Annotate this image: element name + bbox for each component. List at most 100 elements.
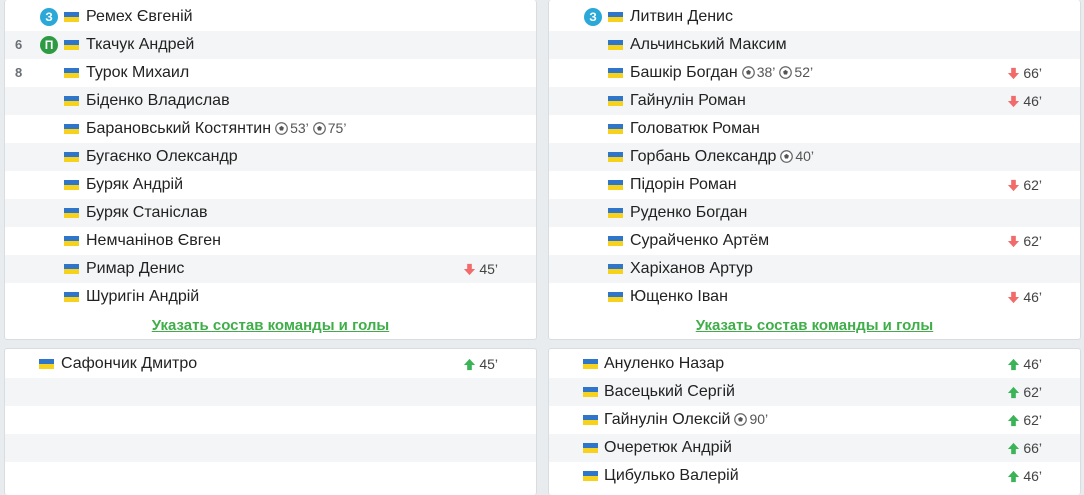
player-name[interactable]: Барановський Костянтин 53’ 75’ <box>86 120 346 138</box>
player-name-text[interactable]: Башкір Богдан <box>630 64 738 81</box>
player-name[interactable]: Турок Михаил <box>86 64 189 82</box>
player-name[interactable]: Литвин Денис <box>630 8 733 26</box>
player-name-text[interactable]: Ткачук Андрей <box>86 36 194 53</box>
player-name[interactable]: Немчанінов Євген <box>86 232 221 250</box>
player-name[interactable]: Ануленко Назар <box>604 355 724 373</box>
player-row: Буряк Станіслав <box>5 199 536 227</box>
player-name-text[interactable]: Гайнулін Олексій <box>604 411 730 428</box>
player-name-text[interactable]: Сафончик Дмитро <box>61 355 197 372</box>
player-name-text[interactable]: Ремех Євгеній <box>86 8 193 25</box>
player-name[interactable]: Підорін Роман <box>630 176 737 194</box>
home-edit-lineup-link[interactable]: Указать состав команды и голы <box>5 317 536 334</box>
sub-in-arrow-icon <box>1008 442 1020 455</box>
player-name-text[interactable]: Харіханов Артур <box>630 260 753 277</box>
player-name-text[interactable]: Гайнулін Роман <box>630 92 746 109</box>
player-name[interactable]: Сурайченко Артём <box>630 232 769 250</box>
player-name[interactable]: Сафончик Дмитро <box>61 355 197 373</box>
ukraine-flag-icon <box>608 208 623 218</box>
player-row: Біденко Владислав <box>5 87 536 115</box>
ukraine-flag-icon <box>608 96 623 106</box>
player-name-text[interactable]: Немчанінов Євген <box>86 232 221 249</box>
ukraine-flag-icon <box>583 387 598 397</box>
player-name-text[interactable]: Шуригін Андрій <box>86 288 199 305</box>
ukraine-flag-icon <box>608 152 623 162</box>
goal-event: 90’ <box>734 411 768 427</box>
player-row: Головатюк Роман <box>549 115 1080 143</box>
ukraine-flag-icon <box>64 40 79 50</box>
player-name[interactable]: Альчинський Максим <box>630 36 787 54</box>
sub-minute: 62’ <box>1023 412 1042 428</box>
goal-minute: 53’ <box>290 120 309 136</box>
player-name[interactable]: Гайнулін Роман <box>630 92 746 110</box>
sub-minute: 46’ <box>1023 468 1042 484</box>
player-name-text[interactable]: Горбань Олександр <box>630 148 776 165</box>
player-name-text[interactable]: Бугаєнко Олександр <box>86 148 238 165</box>
player-name-text[interactable]: Підорін Роман <box>630 176 737 193</box>
player-row: Підорін Роман 62’ <box>549 171 1080 199</box>
player-name[interactable]: Ремех Євгеній <box>86 8 193 26</box>
player-name[interactable]: Буряк Андрій <box>86 176 183 194</box>
sub-minute: 66’ <box>1023 65 1042 81</box>
empty-row <box>5 434 536 462</box>
player-name-text[interactable]: Сурайченко Артём <box>630 232 769 249</box>
home-lineup-list: З Ремех Євгеній 6 П Ткачук Андрей 8 Турок Миха… <box>5 3 536 311</box>
player-name[interactable]: Очеретюк Андрій <box>604 439 732 457</box>
player-name-text[interactable]: Буряк Андрій <box>86 176 183 193</box>
player-name[interactable]: Башкір Богдан 38’ 52’ <box>630 64 813 82</box>
player-row: Ануленко Назар 46’ <box>549 350 1080 378</box>
player-name[interactable]: Біденко Владислав <box>86 92 230 110</box>
player-name[interactable]: Васецький Сергій <box>604 383 735 401</box>
goal-ball-icon <box>312 122 326 135</box>
player-name-text[interactable]: Турок Михаил <box>86 64 189 81</box>
away-lineup-list: З Литвин Денис Альчинський Максим Башкір Бо… <box>549 3 1080 311</box>
goal-event: 52’ <box>779 64 813 80</box>
player-name[interactable]: Харіханов Артур <box>630 260 753 278</box>
empty-row <box>5 378 536 406</box>
home-lineup-panel: З Ремех Євгеній 6 П Ткачук Андрей 8 Турок Миха… <box>4 0 537 340</box>
player-name-text[interactable]: Римар Денис <box>86 260 184 277</box>
player-name[interactable]: Шуригін Андрій <box>86 288 199 306</box>
empty-row <box>5 462 536 490</box>
player-name[interactable]: Руденко Богдан <box>630 204 747 222</box>
sub-in-event: 46’ <box>1007 468 1042 484</box>
player-name-text[interactable]: Головатюк Роман <box>630 120 760 137</box>
ukraine-flag-icon <box>64 292 79 302</box>
away-substitutes-list: Ануленко Назар 46’ Васецький Сергій 62’ Гайн… <box>549 350 1080 490</box>
player-name[interactable]: Головатюк Роман <box>630 120 760 138</box>
player-name-text[interactable]: Цибулько Валерій <box>604 467 739 484</box>
player-name-text[interactable]: Очеретюк Андрій <box>604 439 732 456</box>
goal-event: 75’ <box>312 120 346 136</box>
player-name-text[interactable]: Біденко Владислав <box>86 92 230 109</box>
player-name-text[interactable]: Васецький Сергій <box>604 383 735 400</box>
player-name-text[interactable]: Барановський Костянтин <box>86 120 271 137</box>
player-name-text[interactable]: Альчинський Максим <box>630 36 787 53</box>
player-row: Барановський Костянтин 53’ 75’ <box>5 115 536 143</box>
player-name[interactable]: Ющенко Іван <box>630 288 728 306</box>
sub-in-event: 62’ <box>1007 412 1042 428</box>
player-name[interactable]: Цибулько Валерій <box>604 467 739 485</box>
ukraine-flag-icon <box>583 443 598 453</box>
player-name[interactable]: Римар Денис <box>86 260 184 278</box>
captain-badge: П <box>40 36 58 54</box>
player-name-text[interactable]: Ануленко Назар <box>604 355 724 372</box>
player-name[interactable]: Бугаєнко Олександр <box>86 148 238 166</box>
sub-in-arrow-icon <box>1008 358 1020 371</box>
player-name-text[interactable]: Буряк Станіслав <box>86 204 208 221</box>
sub-out-event: 46’ <box>1007 289 1042 305</box>
sub-out-arrow-icon <box>1008 291 1020 304</box>
player-name[interactable]: Гайнулін Олексій 90’ <box>604 411 768 429</box>
player-name-text[interactable]: Ющенко Іван <box>630 288 728 305</box>
player-name[interactable]: Ткачук Андрей <box>86 36 194 54</box>
player-name-text[interactable]: Литвин Денис <box>630 8 733 25</box>
player-name[interactable]: Горбань Олександр 40’ <box>630 148 814 166</box>
ukraine-flag-icon <box>64 124 79 134</box>
away-edit-lineup-link[interactable]: Указать состав команды и голы <box>549 317 1080 334</box>
player-name[interactable]: Буряк Станіслав <box>86 204 208 222</box>
player-name-text[interactable]: Руденко Богдан <box>630 204 747 221</box>
sub-in-arrow-icon <box>1008 470 1020 483</box>
player-number: 8 <box>15 65 23 80</box>
ukraine-flag-icon <box>608 40 623 50</box>
ukraine-flag-icon <box>64 96 79 106</box>
player-row: З Литвин Денис <box>549 3 1080 31</box>
goal-ball-icon <box>275 122 288 135</box>
